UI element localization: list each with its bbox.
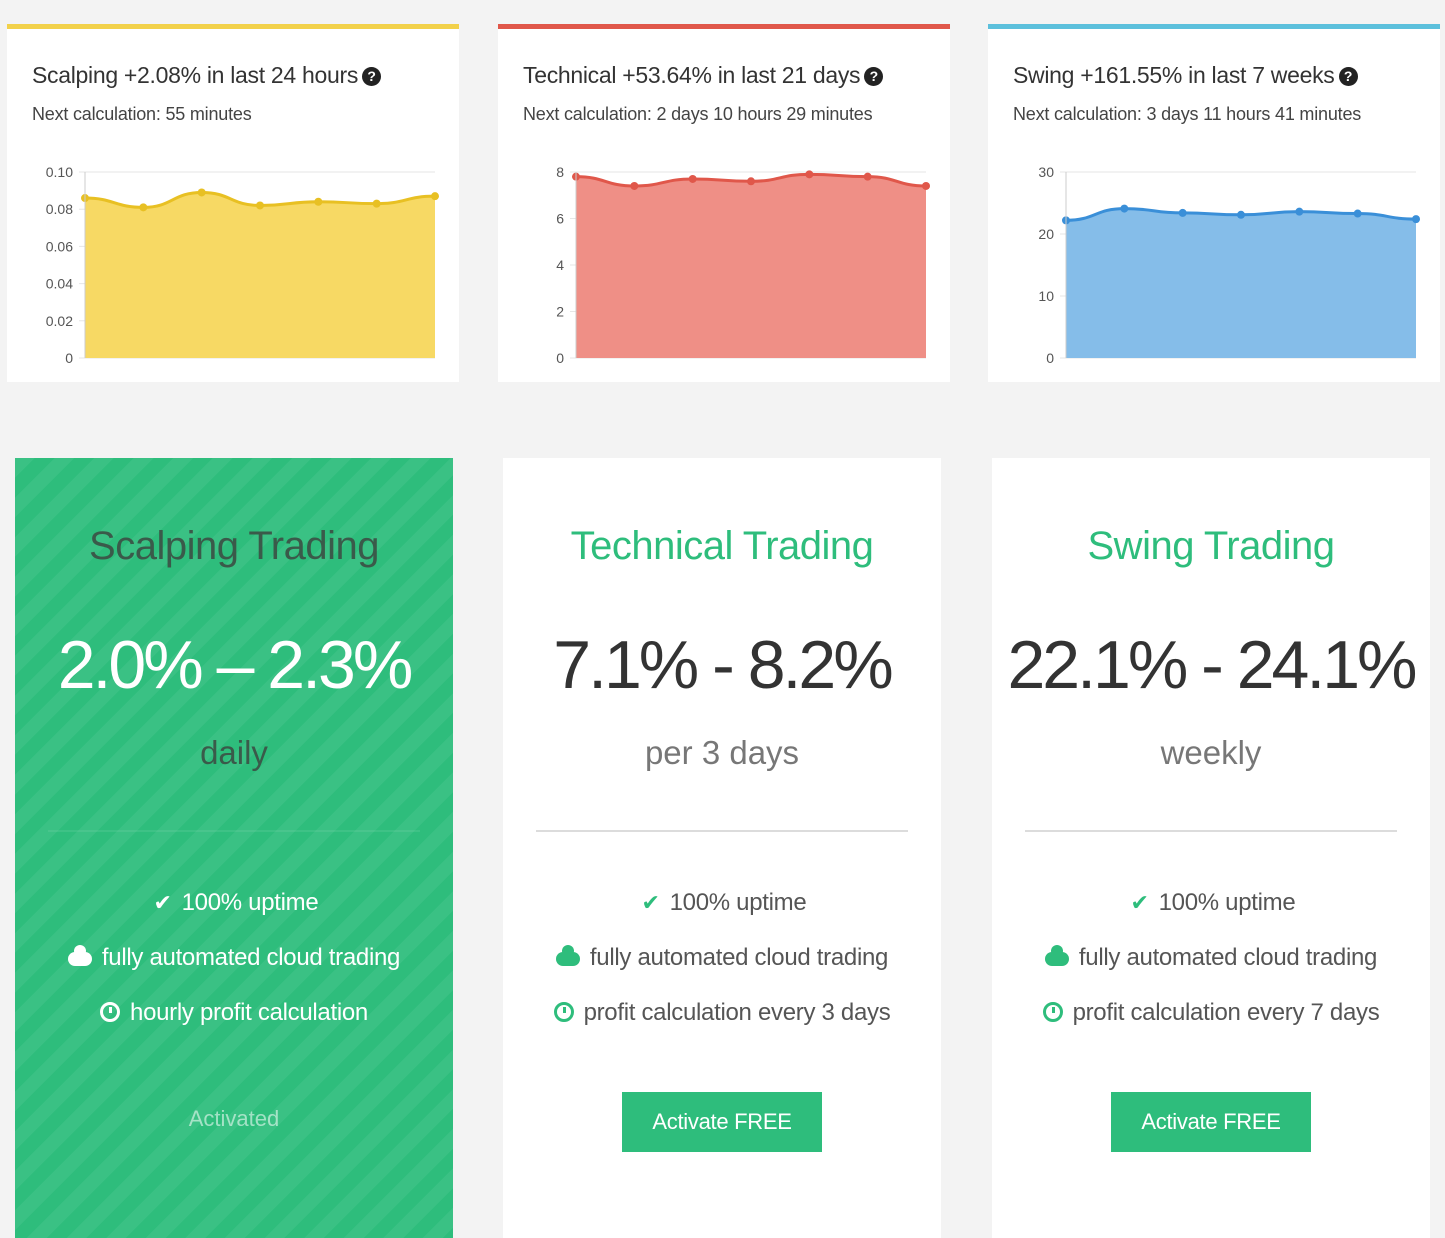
y-tick-label: 0	[556, 350, 564, 366]
plan-period: daily	[200, 734, 268, 771]
y-tick-label: 20	[1038, 226, 1054, 242]
data-point	[256, 201, 264, 210]
plan-period: weekly	[1160, 734, 1262, 771]
plan-card-scalping: Scalping Trading 2.0% – 2.3% daily ✔ 100%…	[15, 458, 453, 1238]
data-point	[630, 181, 639, 190]
feature-item: profit calculation every 7 days	[992, 994, 1430, 1049]
clock-icon	[100, 1002, 121, 1022]
data-point	[197, 188, 206, 197]
data-point	[1295, 207, 1304, 216]
plan-name: Scalping Trading	[89, 524, 379, 568]
plan-period: per 3 days	[644, 734, 800, 771]
data-point	[1412, 215, 1420, 224]
area-fill	[1066, 208, 1416, 358]
data-point	[139, 203, 148, 212]
data-point	[805, 170, 814, 179]
divider	[48, 830, 420, 832]
check-icon: ✔	[1130, 890, 1149, 915]
feature-item: fully automated cloud trading	[992, 939, 1430, 994]
data-point	[1178, 208, 1187, 217]
feature-item: hourly profit calculation	[15, 994, 453, 1049]
plan-name: Swing Trading	[1087, 524, 1335, 568]
y-tick-label: 30	[1038, 164, 1054, 180]
feature-list: ✔ 100% uptime fully automated cloud tradi…	[15, 884, 453, 1049]
chart-card-swing: Swing +161.55% in last 7 weeks? Next cal…	[988, 24, 1440, 382]
plan-profit-range: 2.0% – 2.3%	[57, 627, 414, 703]
technical-area-chart: 8 6 4 2 0	[556, 164, 930, 366]
area-fill	[85, 192, 435, 358]
area-fill	[576, 174, 926, 358]
y-tick-label: 6	[556, 211, 564, 227]
swing-area-chart: 30 20 10 0	[1038, 164, 1420, 366]
y-tick-label: 8	[556, 164, 564, 180]
data-point	[688, 174, 697, 183]
feature-item: fully automated cloud trading	[15, 939, 453, 994]
feature-list: ✔ 100% uptime fully automated cloud tradi…	[503, 884, 941, 1049]
data-point	[431, 192, 439, 201]
feature-item: profit calculation every 3 days	[503, 994, 941, 1049]
scalping-area-chart: 0.10 0.08 0.06 0.04 0.02 0	[46, 164, 439, 366]
data-point	[1120, 204, 1129, 213]
feature-item: ✔ 100% uptime	[503, 884, 941, 939]
plan-name: Technical Trading	[570, 524, 874, 568]
data-point	[1353, 209, 1362, 218]
feature-list: ✔ 100% uptime fully automated cloud tradi…	[992, 884, 1430, 1049]
check-icon: ✔	[641, 890, 660, 915]
check-icon: ✔	[153, 890, 172, 915]
plan-profit-range: 7.1% - 8.2%	[553, 627, 893, 703]
plan-card-swing: Swing Trading 22.1% - 24.1% weekly ✔ 100%…	[992, 458, 1430, 1238]
divider	[1025, 830, 1397, 832]
cloud-icon	[67, 945, 92, 966]
clock-icon	[1042, 1002, 1063, 1022]
y-tick-label: 0.10	[46, 164, 73, 180]
cloud-icon	[555, 945, 580, 966]
feature-item: ✔ 100% uptime	[15, 884, 453, 939]
feature-item: fully automated cloud trading	[503, 939, 941, 994]
activate-swing-button[interactable]: Activate FREE	[1111, 1092, 1311, 1152]
data-point	[747, 177, 755, 186]
y-tick-label: 0	[65, 350, 73, 366]
clock-icon	[553, 1002, 574, 1022]
y-tick-label: 10	[1038, 288, 1054, 304]
y-tick-label: 0.02	[46, 313, 73, 329]
y-tick-label: 0.08	[46, 201, 73, 217]
plan-profit-range: 22.1% - 24.1%	[1007, 627, 1417, 703]
y-tick-label: 0	[1046, 350, 1054, 366]
activate-technical-button[interactable]: Activate FREE	[622, 1092, 822, 1152]
activated-status: Activated	[188, 1106, 280, 1131]
y-tick-label: 0.04	[46, 276, 73, 292]
data-point	[863, 172, 872, 181]
y-tick-label: 2	[556, 304, 564, 320]
chart-card-technical: Technical +53.64% in last 21 days? Next …	[498, 24, 950, 382]
data-point	[372, 199, 381, 208]
feature-item: ✔ 100% uptime	[992, 884, 1430, 939]
y-tick-label: 4	[556, 257, 564, 273]
cloud-icon	[1044, 945, 1069, 966]
data-point	[922, 181, 930, 190]
data-point	[314, 197, 323, 206]
y-tick-label: 0.06	[46, 238, 73, 254]
plan-card-technical: Technical Trading 7.1% - 8.2% per 3 days…	[503, 458, 941, 1238]
divider	[536, 830, 908, 832]
data-point	[1237, 210, 1245, 219]
chart-card-scalping: Scalping +2.08% in last 24 hours? Next c…	[7, 24, 459, 382]
